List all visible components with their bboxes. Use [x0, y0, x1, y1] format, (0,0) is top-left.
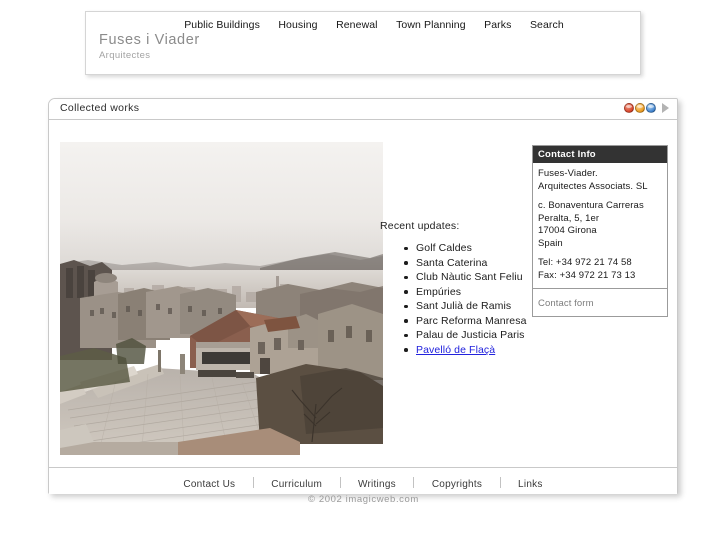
- contact-company-line: Arquitectes Associats. SL: [538, 180, 648, 192]
- footer-item-links[interactable]: Links: [505, 478, 556, 491]
- update-item-label: Parc Reforma Manresa: [416, 314, 527, 327]
- update-item-label: Empúries: [416, 285, 462, 298]
- contact-address-line: c. Bonaventura Carreras: [538, 200, 644, 211]
- nav-item-parks[interactable]: Parks: [484, 18, 511, 32]
- site-header: Public Buildings Housing Renewal Town Pl…: [85, 11, 641, 75]
- contact-form-row: Contact form: [533, 289, 667, 316]
- list-item[interactable]: Pavelló de Flaçà: [404, 343, 560, 358]
- brand-logo[interactable]: Fuses i Viader Arquitectes: [99, 32, 200, 62]
- update-item-link-pavello-de-flaca[interactable]: Pavelló de Flaçà: [416, 344, 495, 356]
- window-controls: [624, 103, 669, 113]
- photograph-image: [60, 142, 383, 455]
- contact-company-line: Fuses-Viader.: [538, 168, 598, 179]
- contact-info-heading: Contact Info: [533, 146, 667, 163]
- contact-form-link[interactable]: Contact form: [538, 298, 594, 309]
- contact-info-body: Fuses-Viader. Arquitectes Associats. SL …: [533, 163, 667, 289]
- contact-address-line: 17004 Girona: [538, 225, 597, 236]
- footer-navigation-list: Contact Us Curriculum Writings Copyright…: [170, 468, 555, 492]
- contact-address-line: Spain: [538, 237, 563, 249]
- page-root: Public Buildings Housing Renewal Town Pl…: [0, 0, 727, 545]
- divider: [499, 477, 501, 488]
- window-titlebar: Collected works: [49, 99, 677, 120]
- play-triangle-icon[interactable]: [662, 103, 669, 113]
- close-circle-icon[interactable]: [624, 103, 634, 113]
- window-content: Recent updates: Golf Caldes Santa Cateri…: [49, 120, 677, 467]
- footer-item-copyrights[interactable]: Copyrights: [419, 478, 495, 491]
- footer-navigation: Contact Us Curriculum Writings Copyright…: [49, 467, 677, 494]
- collected-works-window: Collected works Recent updates: Golf Cal…: [48, 98, 678, 494]
- nav-item-renewal[interactable]: Renewal: [336, 18, 378, 32]
- update-item-label: Santa Caterina: [416, 256, 488, 269]
- divider: [339, 477, 341, 488]
- nav-item-search[interactable]: Search: [530, 18, 564, 32]
- divider: [252, 477, 254, 488]
- contact-info-panel: Contact Info Fuses-Viader. Arquitectes A…: [532, 145, 668, 317]
- maximize-circle-icon[interactable]: [646, 103, 656, 113]
- copyright-notice: © 2002 imagicweb.com: [308, 494, 419, 505]
- footer-item-writings[interactable]: Writings: [345, 478, 409, 491]
- nav-item-housing[interactable]: Housing: [278, 18, 317, 32]
- contact-tel-line: Tel: +34 972 21 74 58: [538, 257, 632, 268]
- project-photograph: [60, 142, 383, 455]
- primary-navigation-list: Public Buildings Housing Renewal Town Pl…: [155, 15, 571, 33]
- brand-subtitle: Arquitectes: [99, 50, 151, 61]
- footer-item-contact-us[interactable]: Contact Us: [170, 478, 248, 491]
- list-item[interactable]: Palau de Justicia Paris: [404, 328, 560, 343]
- brand-name: Fuses i Viader: [99, 32, 200, 48]
- update-item-label: Club Nàutic Sant Feliu: [416, 271, 523, 283]
- minimize-circle-icon[interactable]: [635, 103, 645, 113]
- contact-fax-line: Fax: +34 972 21 73 13: [538, 269, 636, 281]
- nav-item-town-planning[interactable]: Town Planning: [396, 18, 466, 32]
- nav-item-public-buildings[interactable]: Public Buildings: [184, 18, 260, 32]
- window-title: Collected works: [60, 102, 140, 114]
- divider: [413, 477, 415, 488]
- footer-item-curriculum[interactable]: Curriculum: [258, 478, 335, 491]
- update-item-label: Sant Julià de Ramis: [416, 300, 512, 312]
- update-item-label: Palau de Justicia Paris: [416, 329, 525, 341]
- contact-address-line: Peralta, 5, 1er: [538, 212, 600, 224]
- update-item-label: Golf Caldes: [416, 242, 472, 254]
- primary-navigation: Public Buildings Housing Renewal Town Pl…: [86, 15, 640, 31]
